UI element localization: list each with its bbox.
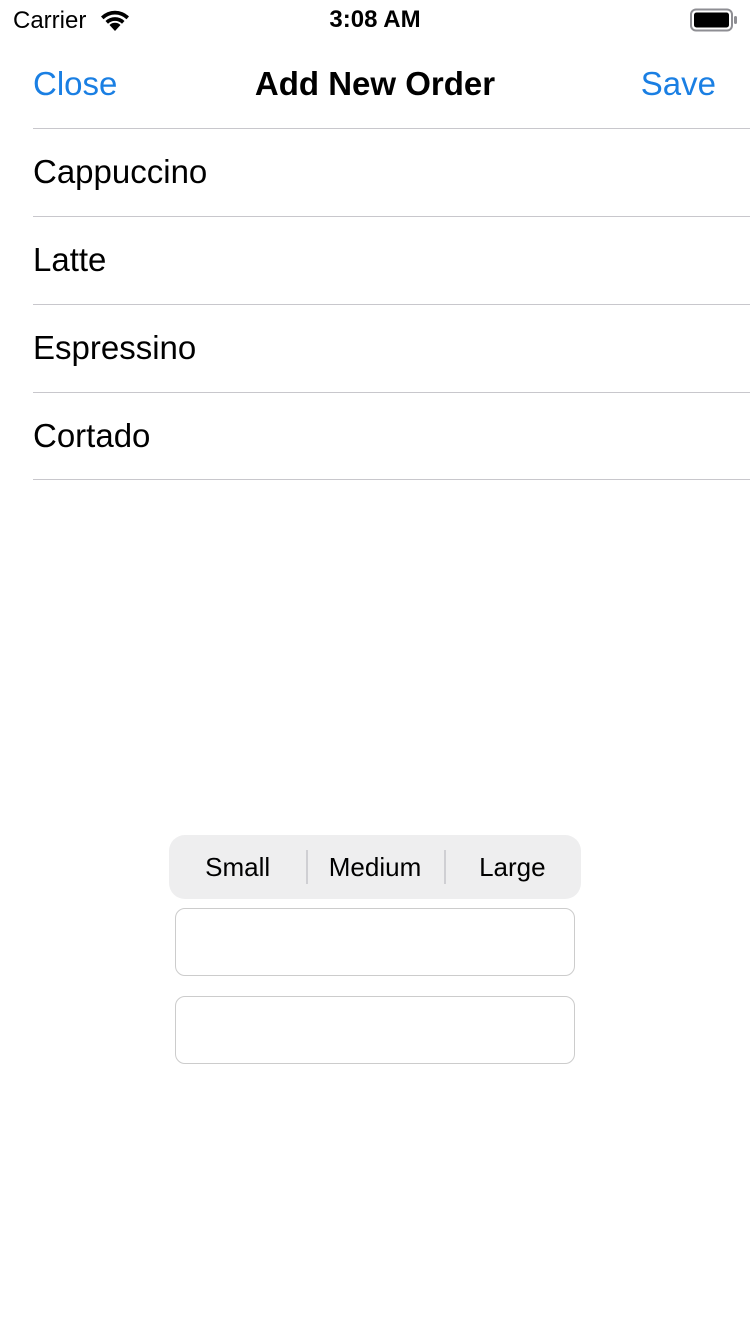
order-text-field-1[interactable] (175, 908, 575, 976)
save-button[interactable]: Save (641, 64, 716, 104)
status-bar: Carrier 3:08 AM (0, 0, 750, 40)
coffee-list: Cappuccino Latte Espressino Cortado (0, 128, 750, 480)
segment-medium[interactable]: Medium (306, 835, 443, 899)
list-item-label: Cortado (33, 417, 151, 454)
size-segmented-control: Small Medium Large (169, 835, 581, 899)
battery-full-icon (690, 8, 737, 32)
add-order-screen: Carrier 3:08 AM Close Add New Order Save… (0, 0, 750, 1334)
list-item-label: Espressino (33, 329, 197, 366)
list-item-label: Latte (33, 241, 107, 278)
order-text-field-2[interactable] (175, 996, 575, 1064)
list-item-label: Cappuccino (33, 153, 208, 190)
list-item-cortado[interactable]: Cortado (0, 392, 750, 480)
list-item-espressino[interactable]: Espressino (0, 304, 750, 392)
segment-small[interactable]: Small (169, 835, 306, 899)
list-item-latte[interactable]: Latte (0, 216, 750, 304)
page-title: Add New Order (254, 65, 496, 102)
status-time: 3:08 AM (329, 6, 421, 33)
list-item-cappuccino[interactable]: Cappuccino (0, 128, 750, 216)
segment-large[interactable]: Large (443, 835, 581, 899)
navigation-bar: Close Add New Order Save (0, 40, 750, 128)
